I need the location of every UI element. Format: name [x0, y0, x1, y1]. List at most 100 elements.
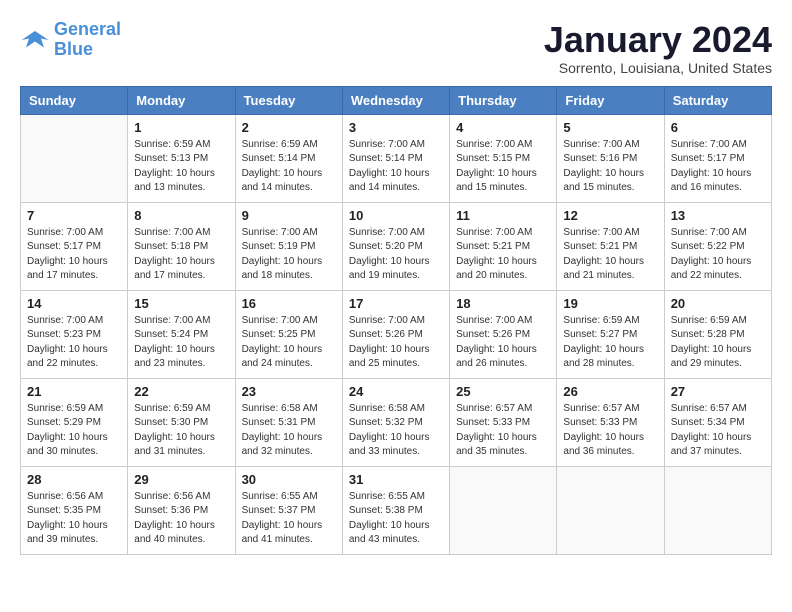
cell-info: Sunrise: 7:00 AMSunset: 5:24 PMDaylight:… — [134, 314, 228, 372]
cell-info: Sunrise: 6:58 AMSunset: 5:32 PMDaylight:… — [349, 402, 443, 460]
header-thursday: Thursday — [450, 86, 557, 114]
table-row — [557, 466, 664, 554]
table-row: 7Sunrise: 7:00 AMSunset: 5:17 PMDaylight… — [21, 202, 128, 290]
table-row: 17 Sunrise: 7:00 AMSunset: 5:26 PMDayligh… — [342, 290, 449, 378]
day-number: 10 — [349, 208, 443, 223]
day-number: 25 — [456, 384, 550, 399]
cell-info: Sunrise: 7:00 AMSunset: 5:17 PMDaylight:… — [671, 138, 765, 196]
table-row — [664, 466, 771, 554]
day-number: 31 — [349, 472, 443, 487]
table-row: 20Sunrise: 6:59 AMSunset: 5:28 PMDayligh… — [664, 290, 771, 378]
day-number: 26 — [563, 384, 657, 399]
day-number: 29 — [134, 472, 228, 487]
day-number: 30 — [242, 472, 336, 487]
table-row: 27 Sunrise: 6:57 AMSunset: 5:34 PMDayligh… — [664, 378, 771, 466]
day-number: 20 — [671, 296, 765, 311]
day-number: 22 — [134, 384, 228, 399]
table-row: 15 Sunrise: 7:00 AMSunset: 5:24 PMDayligh… — [128, 290, 235, 378]
day-number: 23 — [242, 384, 336, 399]
table-row: 25 Sunrise: 6:57 AMSunset: 5:33 PMDayligh… — [450, 378, 557, 466]
calendar-week-row: 7Sunrise: 7:00 AMSunset: 5:17 PMDaylight… — [21, 202, 772, 290]
logo-text: General Blue — [54, 20, 121, 60]
header-monday: Monday — [128, 86, 235, 114]
logo: General Blue — [20, 20, 121, 60]
table-row: 6 Sunrise: 7:00 AMSunset: 5:17 PMDaylight… — [664, 114, 771, 202]
calendar-table: Sunday Monday Tuesday Wednesday Thursday… — [20, 86, 772, 555]
cell-info: Sunrise: 6:58 AMSunset: 5:31 PMDaylight:… — [242, 402, 336, 460]
table-row: 16 Sunrise: 7:00 AMSunset: 5:25 PMDayligh… — [235, 290, 342, 378]
day-number: 1 — [134, 120, 228, 135]
day-number: 24 — [349, 384, 443, 399]
cell-info: Sunrise: 7:00 AMSunset: 5:22 PMDaylight:… — [671, 226, 765, 284]
table-row: 13Sunrise: 7:00 AMSunset: 5:22 PMDayligh… — [664, 202, 771, 290]
cell-info: Sunrise: 6:59 AMSunset: 5:29 PMDaylight:… — [27, 402, 121, 460]
day-number: 6 — [671, 120, 765, 135]
calendar-header-row: Sunday Monday Tuesday Wednesday Thursday… — [21, 86, 772, 114]
table-row: 5Sunrise: 7:00 AMSunset: 5:16 PMDaylight… — [557, 114, 664, 202]
cell-info: Sunrise: 7:00 AMSunset: 5:25 PMDaylight:… — [242, 314, 336, 372]
cell-info: Sunrise: 6:57 AMSunset: 5:33 PMDaylight:… — [563, 402, 657, 460]
day-number: 7 — [27, 208, 121, 223]
cell-info: Sunrise: 7:00 AMSunset: 5:26 PMDaylight:… — [349, 314, 443, 372]
table-row: 24 Sunrise: 6:58 AMSunset: 5:32 PMDayligh… — [342, 378, 449, 466]
day-number: 18 — [456, 296, 550, 311]
logo-icon — [20, 25, 50, 55]
table-row — [450, 466, 557, 554]
cell-info: Sunrise: 6:59 AMSunset: 5:14 PMDaylight:… — [242, 138, 336, 196]
cell-info: Sunrise: 7:00 AMSunset: 5:23 PMDaylight:… — [27, 314, 121, 372]
calendar-week-row: 21 Sunrise: 6:59 AMSunset: 5:29 PMDayligh… — [21, 378, 772, 466]
cell-info: Sunrise: 7:00 AMSunset: 5:14 PMDaylight:… — [349, 138, 443, 196]
table-row: 21 Sunrise: 6:59 AMSunset: 5:29 PMDayligh… — [21, 378, 128, 466]
day-number: 4 — [456, 120, 550, 135]
table-row: 14 Sunrise: 7:00 AMSunset: 5:23 PMDayligh… — [21, 290, 128, 378]
header-saturday: Saturday — [664, 86, 771, 114]
cell-info: Sunrise: 6:57 AMSunset: 5:34 PMDaylight:… — [671, 402, 765, 460]
day-number: 28 — [27, 472, 121, 487]
calendar-week-row: 28 Sunrise: 6:56 AMSunset: 5:35 PMDayligh… — [21, 466, 772, 554]
cell-info: Sunrise: 6:57 AMSunset: 5:33 PMDaylight:… — [456, 402, 550, 460]
header-wednesday: Wednesday — [342, 86, 449, 114]
logo-line1: General — [54, 19, 121, 39]
table-row: 8Sunrise: 7:00 AMSunset: 5:18 PMDaylight… — [128, 202, 235, 290]
cell-info: Sunrise: 7:00 AMSunset: 5:20 PMDaylight:… — [349, 226, 443, 284]
logo-line2: Blue — [54, 39, 93, 59]
cell-info: Sunrise: 7:00 AMSunset: 5:15 PMDaylight:… — [456, 138, 550, 196]
day-number: 27 — [671, 384, 765, 399]
day-number: 15 — [134, 296, 228, 311]
cell-info: Sunrise: 7:00 AMSunset: 5:16 PMDaylight:… — [563, 138, 657, 196]
location: Sorrento, Louisiana, United States — [544, 60, 772, 76]
day-number: 21 — [27, 384, 121, 399]
table-row: 1Sunrise: 6:59 AMSunset: 5:13 PMDaylight… — [128, 114, 235, 202]
calendar-week-row: 1Sunrise: 6:59 AMSunset: 5:13 PMDaylight… — [21, 114, 772, 202]
title-block: January 2024 Sorrento, Louisiana, United… — [544, 20, 772, 76]
page-header: General Blue January 2024 Sorrento, Loui… — [20, 20, 772, 76]
day-number: 16 — [242, 296, 336, 311]
table-row: 28 Sunrise: 6:56 AMSunset: 5:35 PMDayligh… — [21, 466, 128, 554]
cell-info: Sunrise: 6:56 AMSunset: 5:35 PMDaylight:… — [27, 490, 121, 548]
table-row: 23 Sunrise: 6:58 AMSunset: 5:31 PMDayligh… — [235, 378, 342, 466]
day-number: 9 — [242, 208, 336, 223]
table-row: 19Sunrise: 6:59 AMSunset: 5:27 PMDayligh… — [557, 290, 664, 378]
table-row: 26 Sunrise: 6:57 AMSunset: 5:33 PMDayligh… — [557, 378, 664, 466]
table-row: 3 Sunrise: 7:00 AMSunset: 5:14 PMDaylight… — [342, 114, 449, 202]
calendar-week-row: 14 Sunrise: 7:00 AMSunset: 5:23 PMDayligh… — [21, 290, 772, 378]
table-row: 18 Sunrise: 7:00 AMSunset: 5:26 PMDayligh… — [450, 290, 557, 378]
header-sunday: Sunday — [21, 86, 128, 114]
cell-info: Sunrise: 7:00 AMSunset: 5:26 PMDaylight:… — [456, 314, 550, 372]
cell-info: Sunrise: 7:00 AMSunset: 5:21 PMDaylight:… — [563, 226, 657, 284]
table-row: 12Sunrise: 7:00 AMSunset: 5:21 PMDayligh… — [557, 202, 664, 290]
day-number: 11 — [456, 208, 550, 223]
cell-info: Sunrise: 7:00 AMSunset: 5:21 PMDaylight:… — [456, 226, 550, 284]
table-row: 22 Sunrise: 6:59 AMSunset: 5:30 PMDayligh… — [128, 378, 235, 466]
table-row: 30Sunrise: 6:55 AMSunset: 5:37 PMDayligh… — [235, 466, 342, 554]
day-number: 14 — [27, 296, 121, 311]
header-tuesday: Tuesday — [235, 86, 342, 114]
header-friday: Friday — [557, 86, 664, 114]
table-row: 11 Sunrise: 7:00 AMSunset: 5:21 PMDayligh… — [450, 202, 557, 290]
day-number: 2 — [242, 120, 336, 135]
cell-info: Sunrise: 6:59 AMSunset: 5:30 PMDaylight:… — [134, 402, 228, 460]
table-row: 10 Sunrise: 7:00 AMSunset: 5:20 PMDayligh… — [342, 202, 449, 290]
day-number: 3 — [349, 120, 443, 135]
day-number: 17 — [349, 296, 443, 311]
cell-info: Sunrise: 7:00 AMSunset: 5:19 PMDaylight:… — [242, 226, 336, 284]
